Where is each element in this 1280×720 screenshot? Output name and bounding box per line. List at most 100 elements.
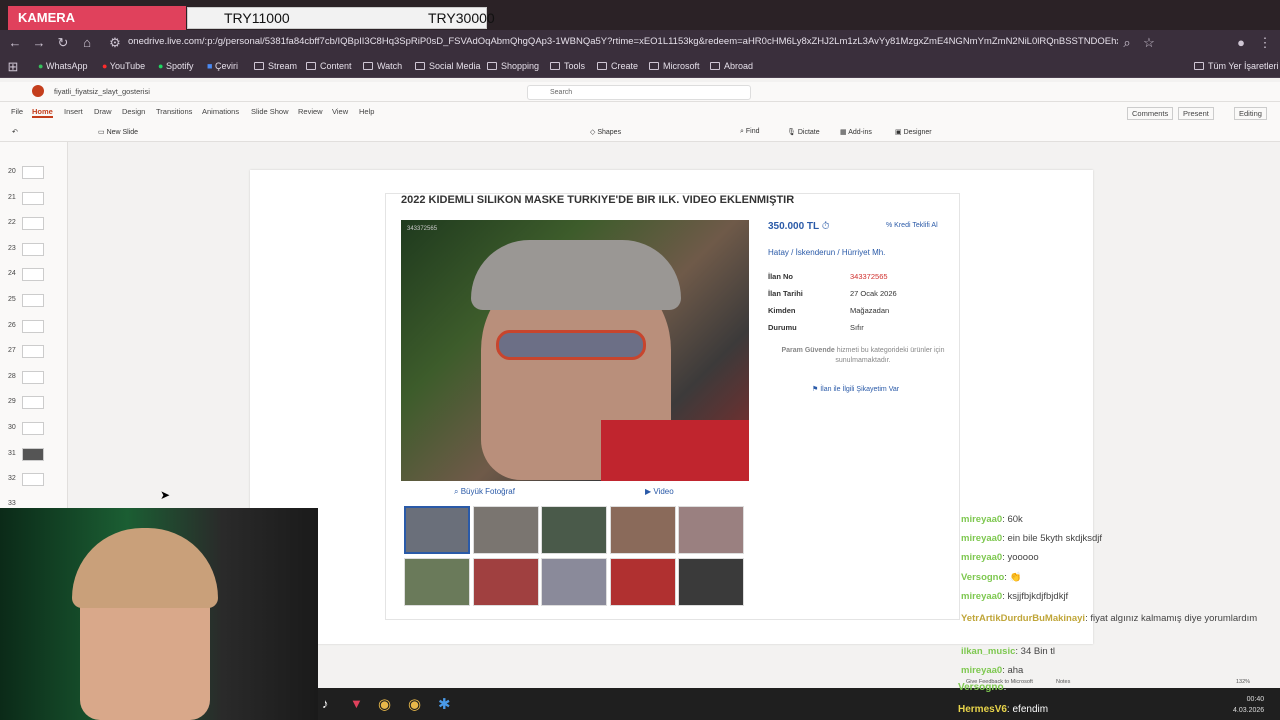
detail-label: İlan Tarihi xyxy=(768,289,803,298)
listing-title: 2022 KIDEMLI SILIKON MASKE TURKIYE'DE BI… xyxy=(401,194,795,206)
bookmark-shopping[interactable]: Shopping xyxy=(487,61,539,71)
slide-thumbnail[interactable] xyxy=(22,217,44,230)
slide-thumbnail[interactable] xyxy=(22,320,44,333)
bookmark-ceviri[interactable]: ■ Çeviri xyxy=(207,61,238,71)
chrome-icon[interactable]: ◉ xyxy=(378,695,391,713)
bookmark-watch[interactable]: Watch xyxy=(363,61,402,71)
slide-thumbnail[interactable] xyxy=(22,396,44,409)
safe-payment-notice: Param Güvende hizmeti bu kategorideki ür… xyxy=(781,347,945,364)
gallery-thumb[interactable] xyxy=(678,558,744,606)
complaint-link[interactable]: ⚑ İlan ile İlgili Şikayetim Var xyxy=(812,385,899,393)
bookmark-tools[interactable]: Tools xyxy=(550,61,585,71)
shapes-button[interactable]: ◇ Shapes xyxy=(590,128,621,136)
menu-icon[interactable]: ⋮ xyxy=(1256,34,1274,52)
bookmark-stream[interactable]: Stream xyxy=(254,61,297,71)
donation-goal-box: TRY11000 TRY30000 xyxy=(187,7,495,29)
slide-thumbnail[interactable] xyxy=(22,448,44,461)
detail-value: Mağazadan xyxy=(850,306,890,315)
gallery-thumb[interactable] xyxy=(473,506,539,554)
tab-draw[interactable]: Draw xyxy=(94,107,112,116)
app-icon[interactable]: ✱ xyxy=(438,695,451,713)
gallery-thumb[interactable] xyxy=(610,506,676,554)
slide-number: 25 xyxy=(8,296,16,303)
addins-button[interactable]: ▦ Add-ins xyxy=(840,128,872,136)
slide-thumbnail[interactable] xyxy=(22,294,44,307)
slide-thumbnail[interactable] xyxy=(22,166,44,179)
bookmark-whatsapp[interactable]: ● WhatsApp xyxy=(38,61,87,71)
url-field[interactable]: onedrive.live.com/:p:/g/personal/5381fa8… xyxy=(128,36,1118,47)
listing-price: 350.000 TL ⏱ xyxy=(768,221,830,232)
apps-icon[interactable]: ⊞ xyxy=(4,58,22,76)
find-button[interactable]: ⌕ Find xyxy=(740,128,760,136)
bookmark-abroad[interactable]: Abroad xyxy=(710,61,753,71)
search-input[interactable]: Search xyxy=(527,85,751,100)
webcam-feed xyxy=(0,508,318,720)
forward-icon[interactable]: → xyxy=(30,34,48,52)
system-clock[interactable]: 00:40 4.03.2026 xyxy=(1233,694,1264,716)
gallery-thumb[interactable] xyxy=(404,506,470,554)
slide-number: 28 xyxy=(8,373,16,380)
bookmark-spotify[interactable]: ● Spotify xyxy=(158,61,193,71)
slide-thumbnail[interactable] xyxy=(22,268,44,281)
zoom-level[interactable]: 132% xyxy=(1236,679,1250,685)
slide-thumbnail[interactable] xyxy=(22,422,44,435)
tab-transitions[interactable]: Transitions xyxy=(156,107,192,116)
gallery-thumb[interactable] xyxy=(404,558,470,606)
notes-button[interactable]: Notes xyxy=(1056,679,1070,685)
tiktok-icon[interactable]: ♪ xyxy=(322,696,329,711)
zoom-icon[interactable]: ⌕ xyxy=(1118,34,1136,52)
dictate-button[interactable]: 🎙 Dictate xyxy=(787,128,820,136)
tab-help[interactable]: Help xyxy=(359,107,374,116)
present-button[interactable]: Present xyxy=(1178,107,1214,120)
tab-slide-show[interactable]: Slide Show xyxy=(251,107,289,116)
document-title[interactable]: fiyatli_fiyatsiz_slayt_gosterisi xyxy=(54,87,150,96)
gallery-thumb[interactable] xyxy=(541,506,607,554)
editing-button[interactable]: Editing xyxy=(1234,107,1267,120)
tab-review[interactable]: Review xyxy=(298,107,323,116)
camera-label: KAMERA xyxy=(8,6,186,30)
new-slide-button[interactable]: ▭ New Slide xyxy=(98,128,138,136)
bookmark-create[interactable]: Create xyxy=(597,61,638,71)
tab-design[interactable]: Design xyxy=(122,107,145,116)
comments-button[interactable]: Comments xyxy=(1127,107,1174,120)
gallery-thumb[interactable] xyxy=(610,558,676,606)
reload-icon[interactable]: ↻ xyxy=(54,34,72,52)
slide-thumbnail[interactable] xyxy=(22,371,44,384)
slide-thumbnail[interactable] xyxy=(22,473,44,486)
star-icon[interactable]: ☆ xyxy=(1140,34,1158,52)
listing-location[interactable]: Hatay / İskenderun / Hürriyet Mh. xyxy=(768,248,885,257)
slide-number: 21 xyxy=(8,194,16,201)
bookmark-microsoft[interactable]: Microsoft xyxy=(649,61,700,71)
undo-icon[interactable]: ↶ xyxy=(12,128,18,136)
credit-offer-link[interactable]: % Kredi Teklifi Al xyxy=(886,222,938,229)
gallery-thumb[interactable] xyxy=(541,558,607,606)
slide-number: 29 xyxy=(8,398,16,405)
office-title-bar: fiyatli_fiyatsiz_slayt_gosterisi Search xyxy=(0,82,1280,102)
profile-icon[interactable]: ● xyxy=(1232,34,1250,52)
slide-thumbnail[interactable] xyxy=(22,192,44,205)
slide-thumbnail[interactable] xyxy=(22,345,44,358)
donation-amount-current: TRY11000 xyxy=(224,10,290,26)
tab-home[interactable]: Home xyxy=(32,107,53,118)
slide-thumbnail[interactable] xyxy=(22,243,44,256)
tab-file[interactable]: File xyxy=(11,107,23,116)
all-bookmarks[interactable]: Tüm Yer İşaretleri xyxy=(1194,61,1279,71)
bookmark-social-media[interactable]: Social Media xyxy=(415,61,481,71)
gallery-thumb[interactable] xyxy=(473,558,539,606)
gallery-thumb[interactable] xyxy=(678,506,744,554)
chrome-icon[interactable]: ◉ xyxy=(408,695,421,713)
big-photo-link[interactable]: ⌕ Büyük Fotoğraf xyxy=(454,487,515,497)
bookmark-content[interactable]: Content xyxy=(306,61,352,71)
designer-button[interactable]: ▣ Designer xyxy=(895,128,932,136)
tab-view[interactable]: View xyxy=(332,107,348,116)
chat-message: HermesV6: efendim xyxy=(958,704,1049,715)
tab-animations[interactable]: Animations xyxy=(202,107,239,116)
site-info-icon[interactable]: ⚙ xyxy=(106,34,124,52)
app-icon[interactable]: ▼ xyxy=(350,696,363,711)
bookmark-youtube[interactable]: ● YouTube xyxy=(102,61,145,71)
back-icon[interactable]: ← xyxy=(6,34,24,52)
slide-number: 26 xyxy=(8,322,16,329)
tab-insert[interactable]: Insert xyxy=(64,107,83,116)
home-icon[interactable]: ⌂ xyxy=(78,34,96,52)
video-link[interactable]: ▶ Video xyxy=(645,487,674,496)
